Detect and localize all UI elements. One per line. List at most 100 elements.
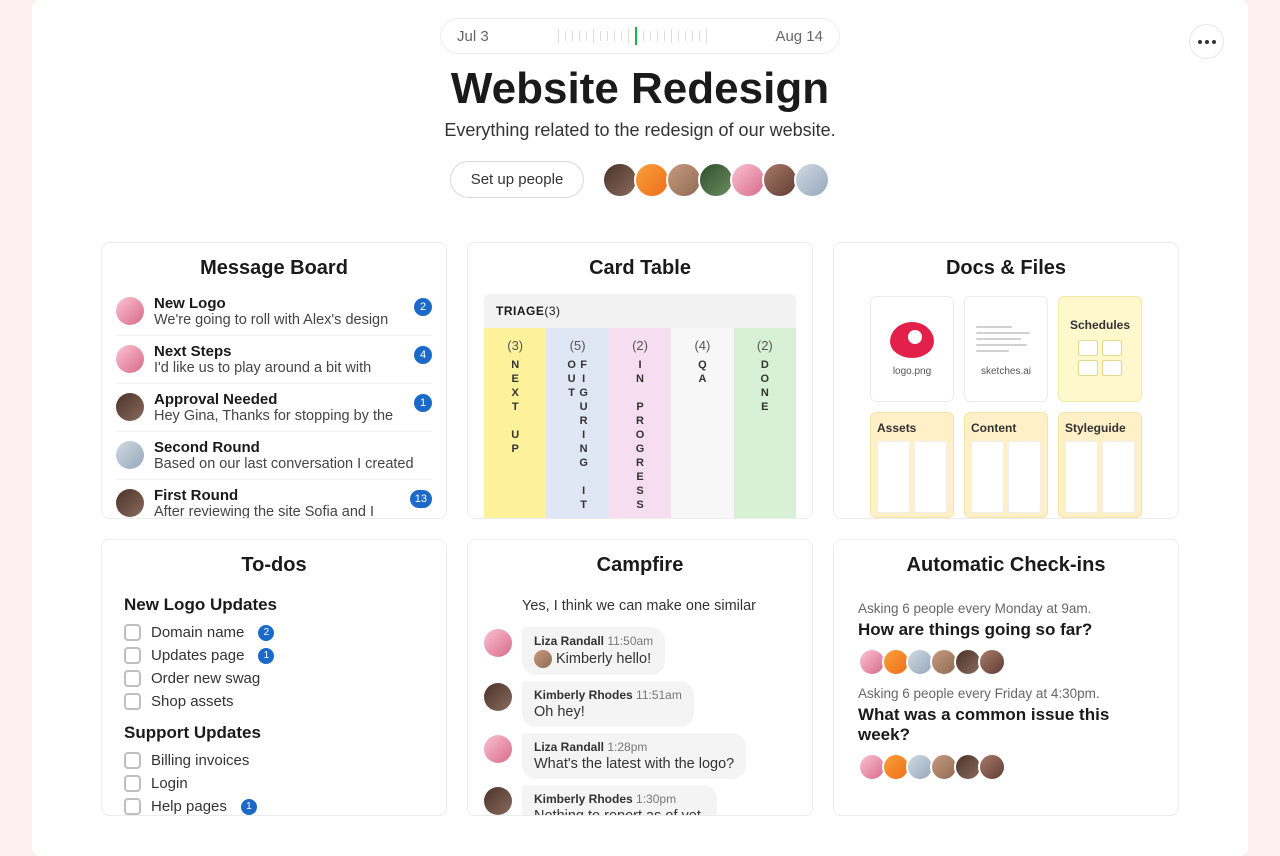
checkbox[interactable]	[124, 775, 141, 792]
avatar[interactable]	[698, 162, 734, 198]
kanban-column[interactable]: (2) IN PROGRESS	[609, 328, 671, 518]
chat-text: Kimberly hello!	[534, 650, 653, 668]
message-title: Second Round	[154, 439, 432, 456]
todo-label: Billing invoices	[151, 752, 249, 769]
chat-author: Kimberly Rhodes	[534, 792, 633, 806]
column-name: DONE	[759, 359, 771, 415]
todo-list-name[interactable]: Support Updates	[124, 723, 424, 743]
todo-label: Help pages	[151, 798, 227, 815]
checkin-item[interactable]: Asking 6 people every Friday at 4:30pm. …	[858, 686, 1154, 781]
checkbox[interactable]	[124, 798, 141, 815]
kanban-column[interactable]: (5) FIGURING IT OUT	[546, 328, 608, 518]
unread-badge: 1	[414, 394, 432, 412]
chat-author: Liza Randall	[534, 740, 604, 754]
document-icon	[976, 322, 1036, 356]
folder-name: Assets	[877, 421, 947, 435]
mention-avatar	[534, 650, 552, 668]
checkbox[interactable]	[124, 693, 141, 710]
chat-text: Yes, I think we can make one similar	[522, 598, 756, 614]
avatar	[484, 787, 512, 815]
avatar[interactable]	[666, 162, 702, 198]
message-title: Next Steps	[154, 343, 432, 360]
unread-badge: 4	[414, 346, 432, 364]
message-item[interactable]: First Round After reviewing the site Sof…	[116, 480, 432, 519]
checkin-item[interactable]: Asking 6 people every Monday at 9am. How…	[858, 601, 1154, 676]
todo-item[interactable]: Help pages 1	[124, 795, 424, 816]
timeline-pill[interactable]: Jul 3 Aug 14	[440, 18, 840, 54]
file-tile-logo[interactable]: logo.png	[870, 296, 954, 402]
column-count: (5)	[570, 338, 586, 353]
logo-icon	[890, 322, 934, 358]
avatar	[116, 393, 144, 421]
checkbox[interactable]	[124, 647, 141, 664]
file-name: Schedules	[1070, 318, 1130, 332]
avatar	[116, 441, 144, 469]
card-table-card[interactable]: Card Table TRIAGE(3) (3) NEXT UP(5) FIGU…	[467, 242, 813, 519]
avatar[interactable]	[602, 162, 638, 198]
folder-tile-styleguide[interactable]: Styleguide	[1058, 412, 1142, 518]
todo-item[interactable]: Updates page 1	[124, 644, 424, 667]
file-tile-sketches[interactable]: sketches.ai	[964, 296, 1048, 402]
message-title: First Round	[154, 487, 432, 504]
file-name: sketches.ai	[981, 366, 1031, 377]
checkbox[interactable]	[124, 752, 141, 769]
kanban-column[interactable]: (3) NEXT UP	[484, 328, 546, 518]
chat-message: Liza Randall 11:50am Kimberly hello!	[484, 627, 796, 675]
todo-item[interactable]: Order new swag	[124, 667, 424, 690]
card-title: To-dos	[102, 540, 446, 585]
chat-author: Liza Randall	[534, 634, 604, 648]
avatar[interactable]	[730, 162, 766, 198]
campfire-card[interactable]: Campfire Yes, I think we can make one si…	[467, 539, 813, 816]
folder-name: Styleguide	[1065, 421, 1135, 435]
message-item[interactable]: New Logo We're going to roll with Alex's…	[116, 288, 432, 336]
avatar[interactable]	[762, 162, 798, 198]
chat-time: 11:51am	[636, 688, 682, 702]
kanban-column[interactable]: (2) DONE	[734, 328, 796, 518]
chat-message: Yes, I think we can make one similar	[522, 591, 796, 621]
avatar[interactable]	[634, 162, 670, 198]
column-name: NEXT UP	[509, 359, 521, 457]
checkbox[interactable]	[124, 670, 141, 687]
checkin-schedule: Asking 6 people every Monday at 9am.	[858, 601, 1154, 616]
chat-text: Oh hey!	[534, 704, 682, 720]
docs-files-card[interactable]: Docs & Files logo.png sketches.ai Schedu…	[833, 242, 1179, 519]
todos-card[interactable]: To-dos New Logo Updates Domain name 2 Up…	[101, 539, 447, 816]
message-item[interactable]: Approval Needed Hey Gina, Thanks for sto…	[116, 384, 432, 432]
column-name: IN PROGRESS	[634, 359, 646, 513]
todo-label: Domain name	[151, 624, 244, 641]
column-name: FIGURING IT OUT	[566, 359, 590, 518]
kanban-column[interactable]: (4) QA	[671, 328, 733, 518]
avatar	[978, 753, 1006, 781]
chat-message: Kimberly Rhodes 11:51am Oh hey!	[484, 681, 796, 727]
file-tile-schedules[interactable]: Schedules	[1058, 296, 1142, 402]
triage-bar[interactable]: TRIAGE(3)	[484, 294, 796, 328]
folder-tile-content[interactable]: Content	[964, 412, 1048, 518]
message-item[interactable]: Second Round Based on our last conversat…	[116, 432, 432, 480]
checkins-card[interactable]: Automatic Check-ins Asking 6 people ever…	[833, 539, 1179, 816]
message-board-card[interactable]: Message Board New Logo We're going to ro…	[101, 242, 447, 519]
card-title: Docs & Files	[834, 243, 1178, 288]
checkin-question: How are things going so far?	[858, 620, 1154, 640]
todo-item[interactable]: Billing invoices	[124, 749, 424, 772]
todo-item[interactable]: Login	[124, 772, 424, 795]
setup-people-button[interactable]: Set up people	[450, 161, 585, 198]
todo-item[interactable]: Domain name 2	[124, 621, 424, 644]
todo-list-name[interactable]: New Logo Updates	[124, 595, 424, 615]
checkin-responders	[858, 753, 1154, 781]
message-item[interactable]: Next Steps I'd like us to play around a …	[116, 336, 432, 384]
checkin-responders	[858, 648, 1154, 676]
unread-badge: 2	[414, 298, 432, 316]
more-menu-button[interactable]	[1189, 24, 1224, 59]
todo-item[interactable]: Shop assets	[124, 690, 424, 713]
chat-text: Nothing to report as of yet.	[534, 808, 705, 816]
message-preview: After reviewing the site Sofia and I	[154, 504, 432, 519]
message-preview: Based on our last conversation I created	[154, 456, 432, 472]
checkbox[interactable]	[124, 624, 141, 641]
triage-count: (3)	[544, 304, 560, 318]
avatar	[484, 683, 512, 711]
file-name: logo.png	[893, 366, 931, 377]
avatar[interactable]	[794, 162, 830, 198]
chat-message: Liza Randall 1:28pm What's the latest wi…	[484, 733, 796, 779]
folder-tile-assets[interactable]: Assets	[870, 412, 954, 518]
project-members[interactable]	[602, 162, 830, 198]
